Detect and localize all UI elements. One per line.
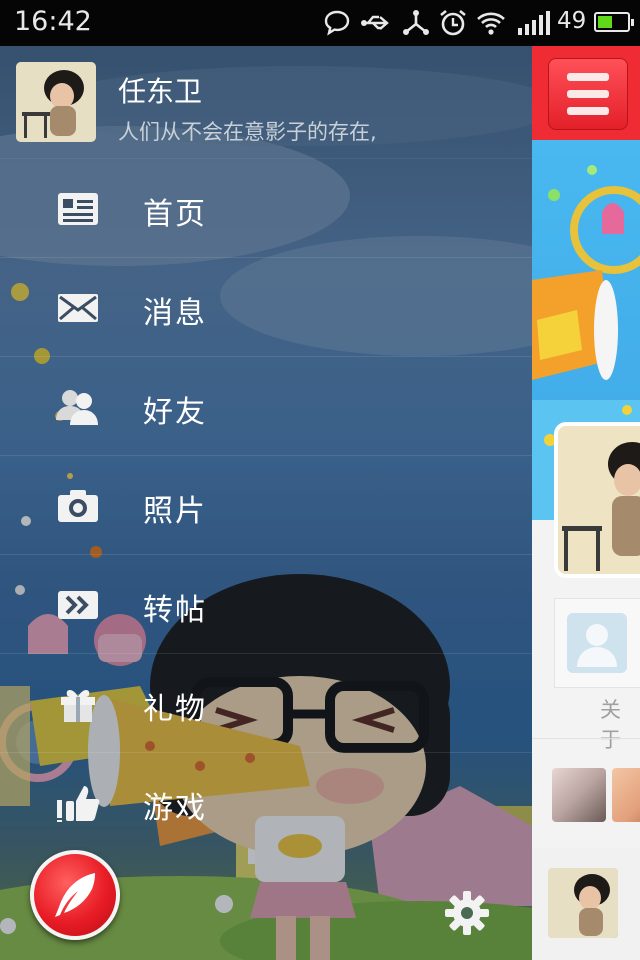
avatar-photo xyxy=(16,62,96,142)
envelope-icon xyxy=(55,288,101,328)
hamburger-icon xyxy=(567,73,609,81)
profile-avatar[interactable] xyxy=(16,62,96,142)
compose-button[interactable] xyxy=(30,850,120,940)
menu-item-home[interactable]: 首页 xyxy=(0,158,532,257)
menu-label: 首页 xyxy=(143,197,207,232)
menu-label: 转帖 xyxy=(143,593,207,628)
menu-label: 游戏 xyxy=(143,791,207,826)
divider xyxy=(532,738,640,739)
chat-bubble-icon xyxy=(322,8,352,38)
battery-fill xyxy=(598,16,612,28)
menu-item-gifts[interactable]: 礼物 xyxy=(0,653,532,752)
gift-icon xyxy=(55,684,101,724)
navigation-drawer: 任东卫 人们从不会在意影子的存在, 首页 消息 好友 照片 转帖 礼物 游戏 xyxy=(0,46,532,960)
menu-item-games[interactable]: 游戏 xyxy=(0,752,532,851)
wifi-icon xyxy=(476,8,506,38)
feather-icon xyxy=(55,873,95,917)
content-profile-photo[interactable] xyxy=(554,422,640,578)
status-bar: 16:42 49 xyxy=(0,0,640,46)
drawer-menu: 首页 消息 好友 照片 转帖 礼物 游戏 xyxy=(0,158,532,851)
thumbs-up-icon xyxy=(55,783,101,823)
menu-item-messages[interactable]: 消息 xyxy=(0,257,532,356)
share-forward-icon xyxy=(55,585,101,625)
profile-header[interactable]: 任东卫 人们从不会在意影子的存在, xyxy=(0,46,532,158)
usb-icon xyxy=(360,8,394,38)
menu-toggle-button[interactable] xyxy=(548,58,628,130)
menu-label: 好友 xyxy=(143,395,207,430)
menu-label: 照片 xyxy=(143,494,207,529)
battery-icon xyxy=(594,12,634,32)
news-feed-icon xyxy=(55,189,101,229)
share-icon xyxy=(400,8,432,38)
profile-name: 任东卫 xyxy=(118,75,203,108)
menu-label: 消息 xyxy=(143,296,207,331)
camera-icon xyxy=(55,486,101,526)
top-bar xyxy=(532,46,640,140)
status-time: 16:42 xyxy=(14,6,92,37)
menu-item-reposts[interactable]: 转帖 xyxy=(0,554,532,653)
about-card[interactable] xyxy=(554,598,640,688)
friend-thumbnail[interactable] xyxy=(552,768,606,822)
menu-label: 礼物 xyxy=(143,692,207,727)
signal-icon xyxy=(516,8,552,38)
profile-status: 人们从不会在意影子的存在, xyxy=(118,120,377,144)
menu-item-friends[interactable]: 好友 xyxy=(0,356,532,455)
alarm-icon xyxy=(438,8,468,38)
default-avatar-icon xyxy=(567,613,627,673)
friend-thumbnail[interactable] xyxy=(612,768,640,822)
menu-item-photos[interactable]: 照片 xyxy=(0,455,532,554)
gear-icon xyxy=(445,891,489,935)
about-label: 关于 xyxy=(600,698,621,752)
main-content-panel: 关于 xyxy=(532,46,640,960)
settings-button[interactable] xyxy=(444,890,490,936)
feed-item-avatar[interactable] xyxy=(548,868,618,938)
friends-icon xyxy=(55,387,101,427)
battery-percent: 49 xyxy=(557,8,587,34)
